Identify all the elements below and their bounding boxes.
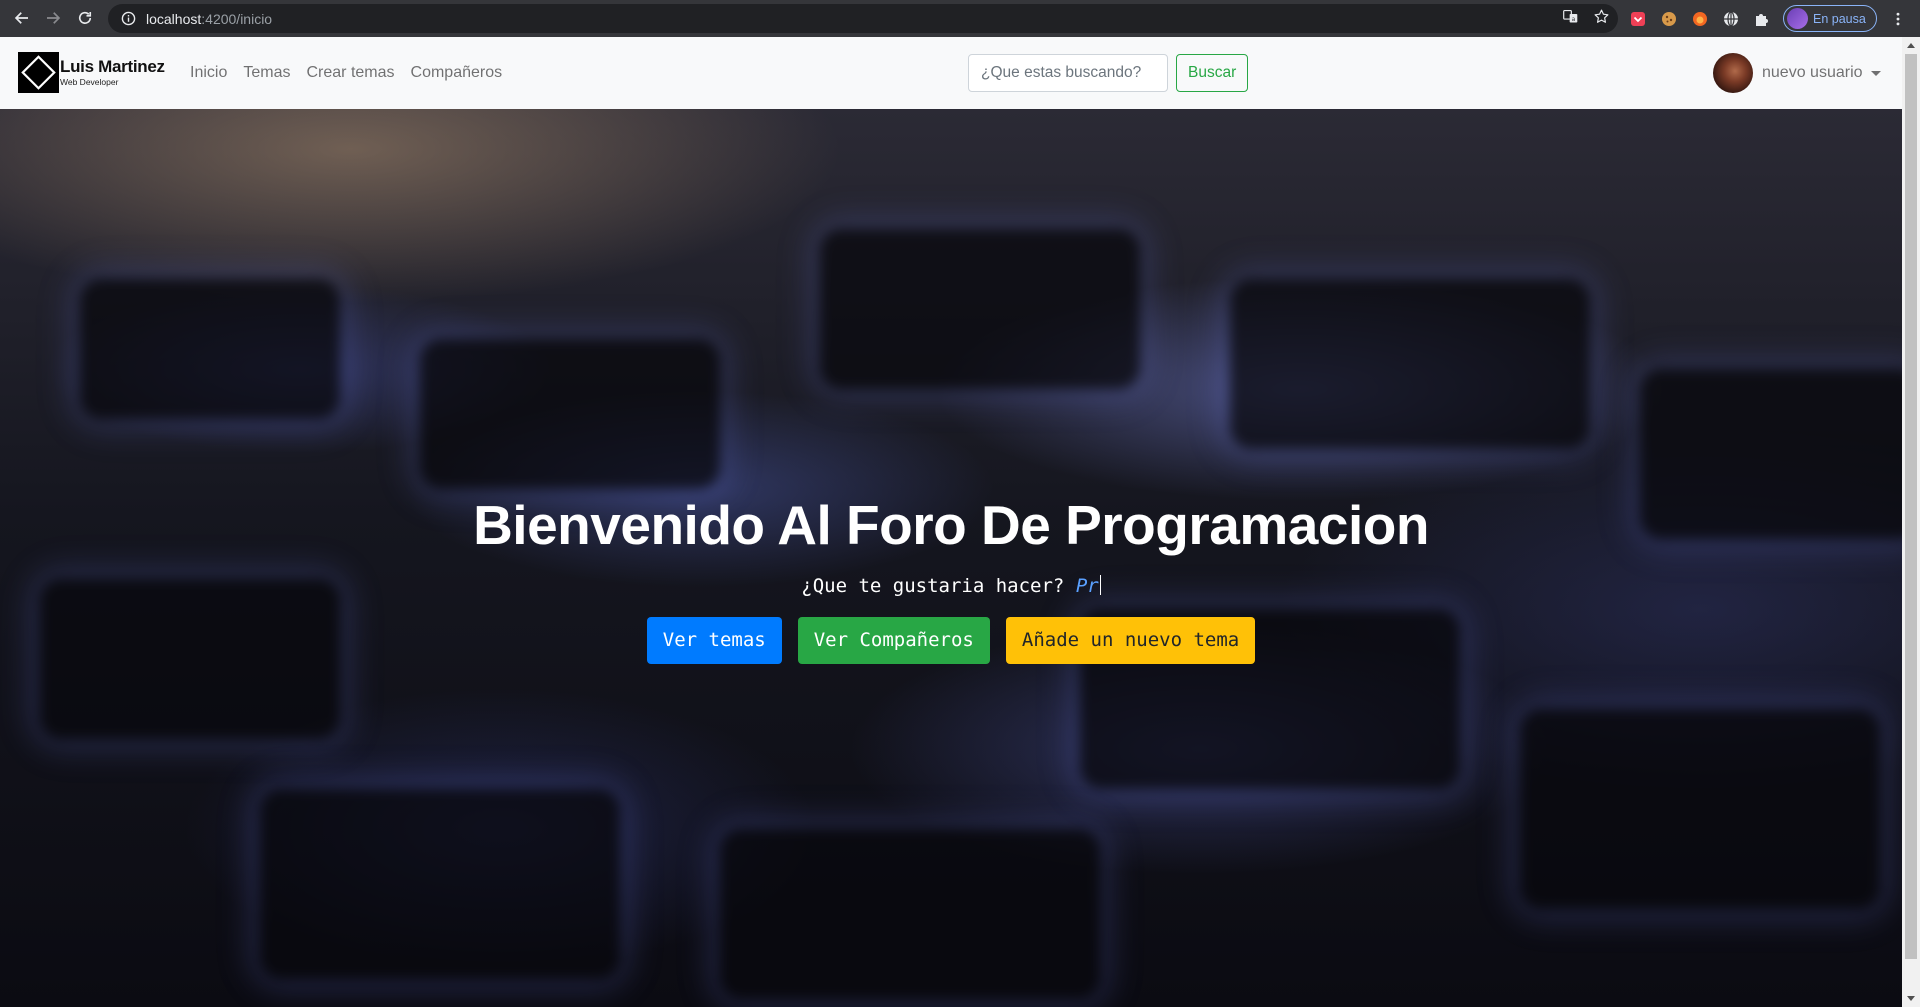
svg-text:a: a bbox=[1572, 15, 1576, 22]
scroll-thumb[interactable] bbox=[1905, 54, 1917, 959]
user-name: nuevo usuario bbox=[1762, 64, 1863, 81]
page-title: Bienvenido Al Foro De Programacion bbox=[473, 493, 1429, 556]
site-navbar: Luis Martinez Web Developer Inicio Temas… bbox=[0, 37, 1902, 109]
hero-section: Bienvenido Al Foro De Programacion ¿Que … bbox=[0, 109, 1902, 1007]
url-text: localhost:4200/inicio bbox=[146, 11, 272, 27]
profile-status: En pausa bbox=[1813, 11, 1866, 26]
nav-link-temas[interactable]: Temas bbox=[243, 64, 290, 82]
nav-link-companeros[interactable]: Compañeros bbox=[411, 64, 503, 82]
add-topic-button[interactable]: Añade un nuevo tema bbox=[1005, 616, 1256, 664]
page-scrollbar[interactable] bbox=[1902, 37, 1920, 1007]
profile-avatar bbox=[1787, 8, 1808, 29]
url-host: localhost bbox=[146, 10, 202, 27]
search-input[interactable] bbox=[968, 54, 1168, 92]
brand[interactable]: Luis Martinez Web Developer bbox=[18, 52, 165, 93]
address-bar[interactable]: localhost:4200/inicio a bbox=[108, 4, 1618, 33]
url-path: :4200/inicio bbox=[201, 10, 273, 27]
hero-content: Bienvenido Al Foro De Programacion ¿Que … bbox=[0, 109, 1902, 1007]
forward-icon[interactable] bbox=[37, 2, 69, 34]
nav-link-crear-temas[interactable]: Crear temas bbox=[306, 64, 394, 82]
typed-text: Pr bbox=[1075, 574, 1099, 597]
search-button[interactable]: Buscar bbox=[1176, 54, 1249, 92]
translate-icon[interactable]: a bbox=[1562, 8, 1579, 30]
star-icon[interactable] bbox=[1593, 8, 1610, 30]
ver-companeros-button[interactable]: Ver Compañeros bbox=[797, 616, 990, 664]
hero-buttons: Ver temas Ver Compañeros Añade un nuevo … bbox=[646, 616, 1256, 664]
puzzle-icon[interactable] bbox=[1752, 9, 1772, 29]
hero-subtitle: ¿Que te gustaria hacer? Pr bbox=[801, 574, 1101, 597]
fox-extension-icon[interactable] bbox=[1690, 9, 1710, 29]
profile-button[interactable]: En pausa bbox=[1783, 5, 1877, 32]
scroll-down-icon[interactable] bbox=[1907, 996, 1915, 1001]
browser-toolbar: localhost:4200/inicio a En pausa bbox=[0, 0, 1920, 37]
info-icon[interactable] bbox=[120, 11, 136, 27]
user-dropdown[interactable]: nuevo usuario bbox=[1713, 53, 1881, 93]
globe-extension-icon[interactable] bbox=[1721, 9, 1741, 29]
nav-link-inicio[interactable]: Inicio bbox=[190, 64, 227, 82]
search-form: Buscar bbox=[968, 54, 1249, 92]
brand-name: Luis Martinez bbox=[60, 57, 165, 77]
avatar bbox=[1713, 53, 1753, 93]
pocket-extension-icon[interactable] bbox=[1628, 9, 1648, 29]
chevron-down-icon bbox=[1870, 70, 1881, 76]
menu-icon[interactable] bbox=[1888, 9, 1908, 29]
reload-icon[interactable] bbox=[69, 2, 101, 34]
scroll-up-icon[interactable] bbox=[1907, 43, 1915, 48]
brand-logo-icon bbox=[18, 52, 59, 93]
back-icon[interactable] bbox=[6, 2, 38, 34]
ver-temas-button[interactable]: Ver temas bbox=[646, 616, 782, 664]
typing-cursor bbox=[1099, 574, 1101, 595]
cookie-extension-icon[interactable] bbox=[1659, 9, 1679, 29]
hero-question: ¿Que te gustaria hacer? bbox=[801, 574, 1065, 597]
brand-subtitle: Web Developer bbox=[60, 77, 119, 88]
nav-links: Inicio Temas Crear temas Compañeros bbox=[190, 37, 502, 109]
